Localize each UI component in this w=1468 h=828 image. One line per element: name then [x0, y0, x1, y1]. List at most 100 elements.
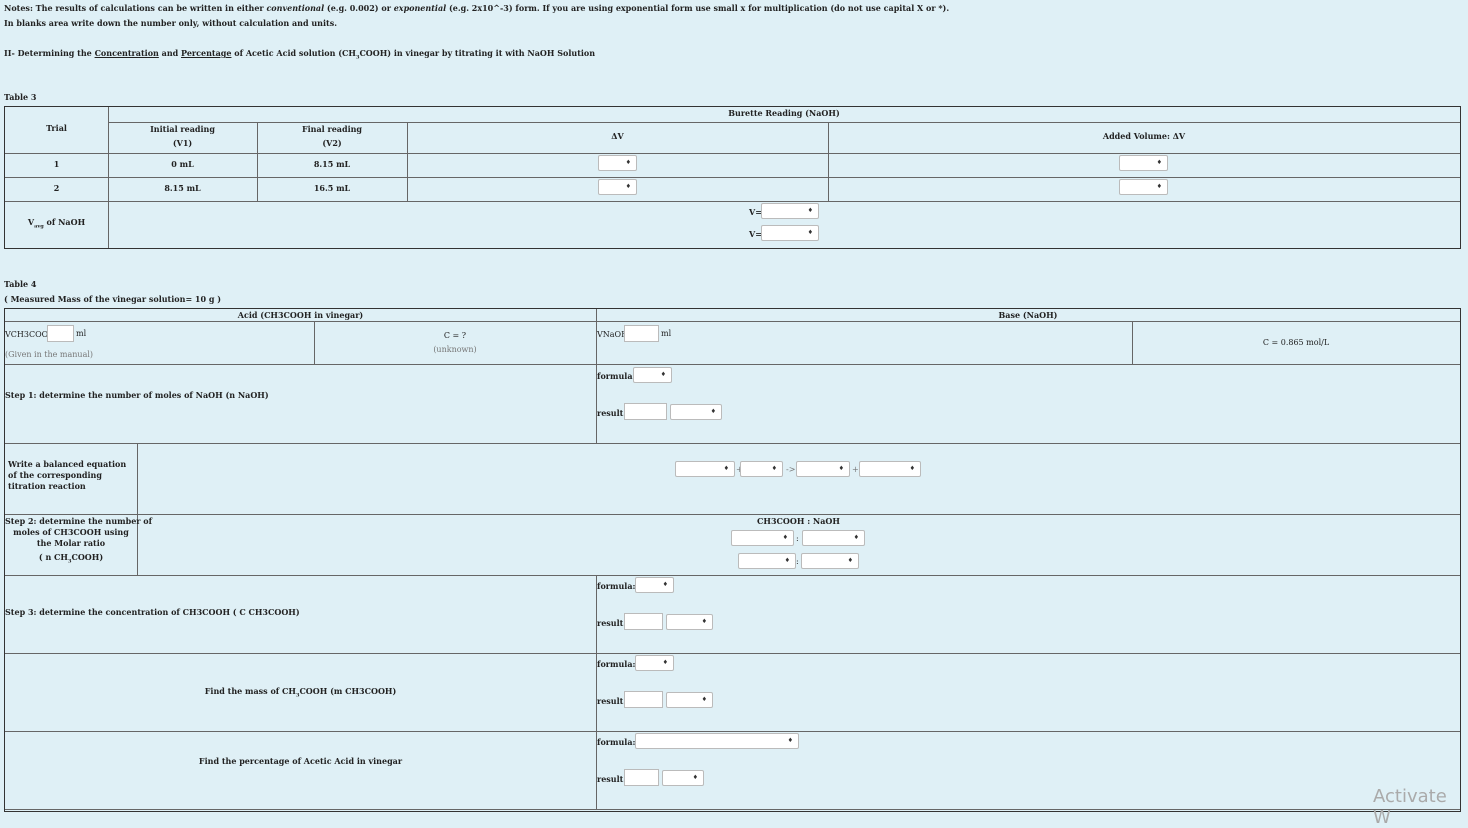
step3-unit-select[interactable]	[666, 614, 713, 630]
table4-divider	[5, 321, 1460, 322]
vavg-select-2[interactable]	[761, 225, 819, 241]
c-naoh: C = 0.865 mol/L	[1262, 338, 1330, 347]
table3-caption: Table 3	[4, 92, 37, 102]
notes-text: (e.g. 0.002) or	[324, 3, 394, 13]
section-text: COOH) in vinegar by titrating it with Na…	[359, 48, 596, 58]
result-label: result:	[597, 696, 627, 706]
table4-divider	[5, 653, 1460, 654]
ratio-base-select-2[interactable]	[801, 553, 859, 569]
step3-formula-select[interactable]	[635, 577, 674, 593]
step1-unit-select[interactable]	[670, 404, 722, 420]
mass-formula-select[interactable]	[635, 655, 674, 671]
ratio-header: CH3COOH : NaOH	[757, 516, 840, 526]
step2-label-2: moles of CH3COOH using	[13, 527, 129, 537]
v-acid-input[interactable]	[47, 325, 74, 342]
formula-label: formula:	[597, 659, 636, 669]
concentration-link: Concentration	[94, 48, 159, 58]
table4-divider	[314, 321, 315, 364]
mass-text: COOH (m CH3COOH)	[299, 686, 397, 696]
formula-label: formula:	[597, 371, 636, 381]
final-cell: 16.5 mL	[313, 183, 351, 193]
step1-label: Step 1: determine the number of moles of…	[5, 390, 269, 400]
formula-label: formula:	[597, 581, 636, 591]
ml-unit: ml	[76, 329, 87, 338]
col-initial-symbol: (V1)	[172, 138, 193, 148]
col-initial: Initial reading	[150, 124, 215, 134]
step2-label-3: the Molar ratio	[36, 538, 106, 548]
percent-formula-select[interactable]	[635, 733, 799, 749]
percentage-link: Percentage	[181, 48, 232, 58]
step2-text: ( n CH	[38, 552, 68, 562]
added-volume-select-2[interactable]	[1119, 179, 1168, 195]
table4-divider	[137, 443, 138, 575]
table4-divider	[5, 575, 1460, 576]
step3-result-input[interactable]	[624, 613, 663, 630]
table3-divider	[5, 201, 1460, 202]
reactant2-select[interactable]	[740, 461, 783, 477]
trial-cell: 2	[53, 183, 60, 193]
ratio-acid-select-2[interactable]	[738, 553, 796, 569]
c-unknown: C = ?	[443, 331, 467, 340]
reactant1-select[interactable]	[675, 461, 735, 477]
percent-label: Find the percentage of Acetic Acid in vi…	[198, 756, 403, 766]
table3-divider	[108, 122, 1460, 123]
acid-header: Acid (CH3COOH in vinegar)	[237, 310, 364, 320]
result-label: result:	[597, 774, 627, 784]
table4-divider	[5, 731, 1460, 732]
section-text: II- Determining the	[4, 48, 95, 58]
table3-divider	[5, 153, 1460, 154]
product2-select[interactable]	[859, 461, 921, 477]
table4-divider	[5, 809, 1460, 810]
table4-subcaption: ( Measured Mass of the vinegar solution=…	[4, 294, 222, 304]
vavg-label: Vavg of NaOH	[5, 217, 108, 230]
col-delta-v: ΔV	[611, 131, 624, 141]
percent-result-input[interactable]	[624, 769, 659, 786]
activate-watermark: Activate W	[1373, 786, 1447, 828]
step2-text: COOH)	[71, 552, 104, 562]
mass-label: Find the mass of CH3COOH (m CH3COOH)	[5, 686, 596, 699]
initial-cell: 0 mL	[171, 159, 194, 169]
vavg-rest: of NaOH	[43, 217, 86, 227]
step2-label-4: ( n CH3COOH)	[5, 552, 137, 565]
col-final: Final reading	[301, 124, 363, 134]
table4-divider	[5, 364, 1460, 365]
percent-unit-select[interactable]	[662, 770, 704, 786]
notes-text: (e.g. 2x10^-3) form. If you are using ex…	[446, 3, 950, 13]
notes-conventional: conventional	[266, 3, 325, 13]
v-eq-label: V=	[749, 229, 762, 239]
table3-divider	[5, 177, 1460, 178]
final-cell: 8.15 mL	[313, 159, 351, 169]
col-final-symbol: (V2)	[322, 138, 342, 148]
step1-result-input[interactable]	[624, 403, 667, 420]
burette-header: Burette Reading (NaOH)	[728, 108, 840, 118]
v-eq-label: V=	[749, 207, 762, 217]
col-added-volume: Added Volume: ΔV	[1102, 131, 1186, 141]
mass-text: Find the mass of CH	[204, 686, 296, 696]
balanced-equation-label: Write a balanced equation of the corresp…	[8, 459, 127, 491]
added-volume-select-1[interactable]	[1119, 155, 1168, 171]
vavg-sub: avg	[34, 223, 44, 230]
vavg-select-1[interactable]	[761, 203, 819, 219]
ratio-base-select-1[interactable]	[802, 530, 865, 546]
product1-select[interactable]	[796, 461, 850, 477]
notes-line-2: In blanks area write down the number onl…	[4, 18, 337, 28]
unknown-note: (unknown)	[433, 345, 477, 354]
delta-v-select-1[interactable]	[598, 155, 637, 171]
step1-formula-select[interactable]	[633, 367, 672, 383]
colon: :	[796, 534, 799, 543]
formula-label: formula:	[597, 737, 636, 747]
v-naoh-input[interactable]	[624, 325, 659, 342]
colon: :	[796, 557, 799, 566]
notes-exponential: exponential	[393, 3, 447, 13]
initial-cell: 8.15 mL	[164, 183, 201, 193]
mass-result-input[interactable]	[624, 691, 663, 708]
result-label: result:	[597, 618, 627, 628]
table4-caption: Table 4	[4, 279, 37, 289]
notes-line-1: Notes: The results of calculations can b…	[4, 3, 949, 13]
delta-v-select-2[interactable]	[598, 179, 637, 195]
mass-unit-select[interactable]	[666, 692, 713, 708]
ratio-acid-select-1[interactable]	[731, 530, 794, 546]
base-header: Base (NaOH)	[998, 310, 1058, 320]
section-title: II- Determining the Concentration and Pe…	[4, 48, 595, 61]
step2-label-1: Step 2: determine the number of	[5, 516, 153, 526]
